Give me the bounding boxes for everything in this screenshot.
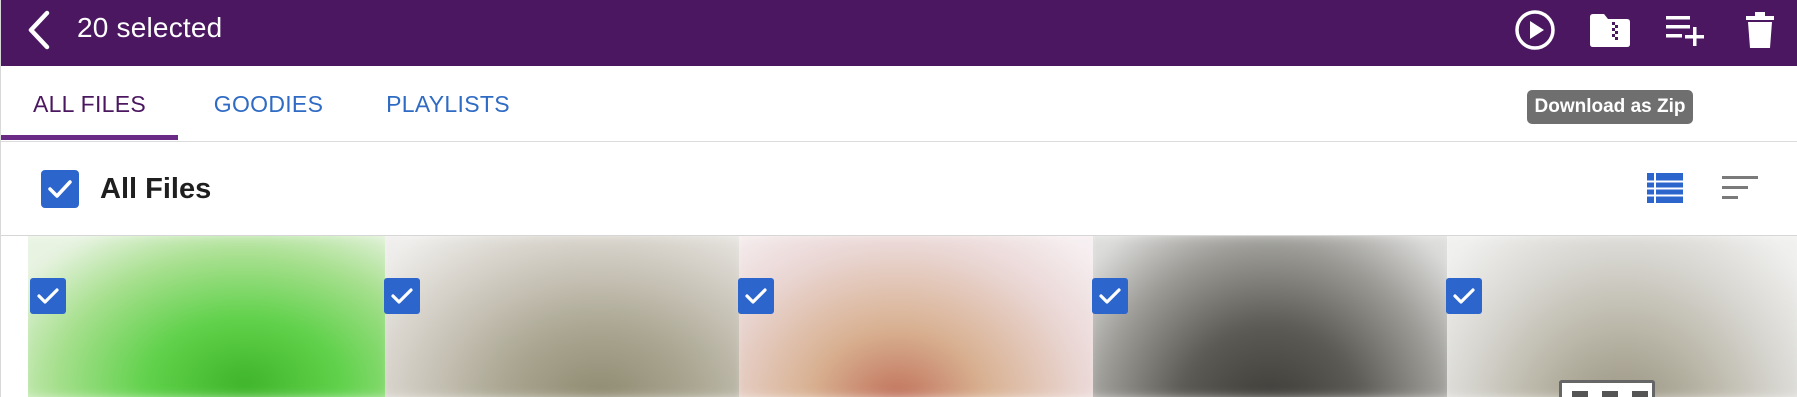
delete-button[interactable] xyxy=(1738,8,1782,52)
checkmark-icon xyxy=(37,288,59,304)
playlist-add-icon xyxy=(1666,16,1704,46)
checkmark-icon xyxy=(48,180,72,198)
active-tab-indicator xyxy=(1,135,178,140)
section-title: All Files xyxy=(100,173,212,205)
file-thumbnail[interactable] xyxy=(385,236,739,397)
document-icon xyxy=(1559,380,1655,397)
thumbnail-image xyxy=(1447,236,1797,397)
file-checkbox[interactable] xyxy=(384,278,420,314)
sort-icon xyxy=(1722,176,1758,199)
file-checkbox[interactable] xyxy=(1446,278,1482,314)
sort-button[interactable] xyxy=(1717,168,1761,208)
add-to-playlist-button[interactable] xyxy=(1663,8,1707,52)
chevron-left-icon xyxy=(28,10,50,50)
file-checkbox[interactable] xyxy=(30,278,66,314)
trash-icon xyxy=(1746,12,1774,48)
download-zip-tooltip: Download as Zip xyxy=(1527,90,1693,124)
selection-toolbar: 20 selected xyxy=(1,0,1797,66)
back-button[interactable] xyxy=(23,10,55,50)
thumbnail-image xyxy=(28,236,385,397)
zip-folder-icon xyxy=(1590,14,1630,47)
file-grid xyxy=(1,236,1797,397)
app-window: 20 selected ALL FILES GOODIES PLAYLISTS … xyxy=(0,0,1797,397)
file-checkbox[interactable] xyxy=(738,278,774,314)
list-view-icon xyxy=(1647,173,1683,203)
selection-count: 20 selected xyxy=(77,12,223,43)
list-view-button[interactable] xyxy=(1641,168,1685,208)
download-zip-button[interactable] xyxy=(1588,8,1632,52)
select-all-checkbox[interactable] xyxy=(41,170,79,208)
thumbnail-image xyxy=(385,236,739,397)
tab-playlists[interactable]: PLAYLISTS xyxy=(377,66,519,142)
file-checkbox[interactable] xyxy=(1092,278,1128,314)
tab-goodies[interactable]: GOODIES xyxy=(206,66,331,142)
tab-all-files[interactable]: ALL FILES xyxy=(1,66,178,142)
file-thumbnail[interactable] xyxy=(1093,236,1447,397)
thumbnail-image xyxy=(1093,236,1447,397)
checkmark-icon xyxy=(745,288,767,304)
file-thumbnail[interactable] xyxy=(739,236,1093,397)
checkmark-icon xyxy=(1453,288,1475,304)
section-header: All Files xyxy=(1,142,1797,236)
play-circle-icon xyxy=(1515,10,1555,50)
file-thumbnail[interactable] xyxy=(1447,236,1797,397)
thumbnail-image xyxy=(739,236,1093,397)
play-button[interactable] xyxy=(1513,8,1557,52)
checkmark-icon xyxy=(391,288,413,304)
file-thumbnail[interactable] xyxy=(28,236,385,397)
checkmark-icon xyxy=(1099,288,1121,304)
